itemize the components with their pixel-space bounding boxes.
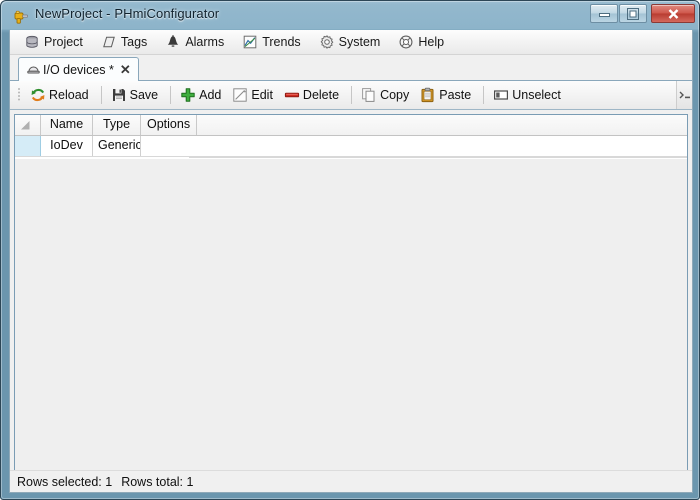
- toolbar-button-label: Save: [129, 88, 159, 102]
- edit-button[interactable]: Edit: [228, 83, 280, 108]
- grid-select-all-corner[interactable]: [15, 115, 41, 135]
- tab-label: I/O devices *: [43, 62, 114, 77]
- title-bar[interactable]: NewProject - PHmiConfigurator: [1, 1, 699, 30]
- edit-icon: [232, 87, 248, 103]
- toolbar-button-label: Unselect: [512, 88, 561, 102]
- menu-item-system[interactable]: System: [313, 31, 391, 54]
- status-rows-total: Rows total: 1: [121, 474, 194, 489]
- paste-icon: [420, 87, 436, 103]
- save-button[interactable]: Save: [107, 83, 166, 108]
- save-icon: [111, 87, 127, 103]
- drill-tool-icon: [12, 7, 30, 25]
- toolbar: Reload Save Add Edit Delete Copy Paste U…: [10, 81, 692, 110]
- menu-item-tags[interactable]: Tags: [95, 31, 157, 54]
- close-button[interactable]: [651, 4, 695, 23]
- gear-icon: [319, 34, 335, 50]
- window-title: NewProject - PHmiConfigurator: [35, 6, 220, 21]
- toolbar-separator: [351, 86, 353, 104]
- unselect-icon: [493, 87, 509, 103]
- paste-button[interactable]: Paste: [416, 83, 478, 108]
- toolbar-button-label: Reload: [49, 88, 89, 102]
- lifebuoy-icon: [398, 34, 414, 50]
- chart-icon: [242, 34, 258, 50]
- tab-io-devices[interactable]: I/O devices * ✕: [18, 57, 139, 81]
- toolbar-separator: [170, 86, 172, 104]
- menu-item-label: Tags: [120, 35, 148, 49]
- menu-item-help[interactable]: Help: [392, 31, 454, 54]
- toolbar-separator: [483, 86, 485, 104]
- grid-empty-space: [15, 158, 687, 484]
- menu-item-project[interactable]: Project: [18, 31, 93, 54]
- add-button[interactable]: Add: [176, 83, 228, 108]
- toolbar-button-label: Add: [199, 88, 222, 102]
- grid-row-selector[interactable]: [15, 136, 41, 156]
- reload-button[interactable]: Reload: [26, 83, 96, 108]
- menu-item-label: Trends: [262, 35, 301, 49]
- copy-button[interactable]: Copy: [357, 83, 416, 108]
- reload-icon: [30, 87, 46, 103]
- tag-icon: [101, 34, 117, 50]
- io-devices-grid[interactable]: Name Type Options IoDev Generic: [14, 114, 688, 485]
- status-rows-selected: Rows selected: 1: [17, 474, 113, 489]
- grid-cell-options[interactable]: [141, 136, 197, 156]
- tab-strip: I/O devices * ✕: [10, 55, 692, 81]
- toolbar-overflow-button[interactable]: [676, 81, 692, 109]
- menu-item-alarms[interactable]: Alarms: [159, 31, 234, 54]
- menu-item-label: Project: [44, 35, 83, 49]
- grid-column-header-options[interactable]: Options: [141, 115, 197, 135]
- unselect-button[interactable]: Unselect: [489, 83, 568, 108]
- toolbar-button-label: Copy: [380, 88, 410, 102]
- database-icon: [24, 34, 40, 50]
- toolbar-separator: [100, 86, 102, 104]
- toolbar-button-label: Edit: [251, 88, 273, 102]
- menu-item-label: System: [338, 35, 381, 49]
- toolbar-button-label: Delete: [302, 88, 340, 102]
- toolbar-button-label: Paste: [439, 88, 472, 102]
- menu-item-trends[interactable]: Trends: [236, 31, 310, 54]
- grid-column-header-name[interactable]: Name: [41, 115, 93, 135]
- status-bar: Rows selected: 1 Rows total: 1: [10, 470, 692, 492]
- delete-icon: [284, 87, 300, 103]
- table-row[interactable]: IoDev Generic: [15, 136, 687, 157]
- bell-icon: [165, 34, 181, 50]
- grid-cell-type[interactable]: Generic: [93, 136, 141, 156]
- menu-item-label: Alarms: [185, 35, 225, 49]
- menu-item-label: Help: [418, 35, 445, 49]
- tab-close-icon[interactable]: ✕: [120, 63, 131, 76]
- grid-header-row: Name Type Options: [15, 115, 687, 136]
- menu-bar: Project Tags Alarms Trends System Help: [10, 30, 692, 55]
- copy-icon: [361, 87, 377, 103]
- io-device-icon: [26, 62, 41, 77]
- minimize-button[interactable]: [590, 4, 618, 23]
- chevron-overflow-icon: [679, 87, 691, 105]
- application-window: NewProject - PHmiConfigurator Project Ta…: [0, 0, 700, 500]
- delete-button[interactable]: Delete: [280, 83, 346, 108]
- add-icon: [180, 87, 196, 103]
- maximize-button[interactable]: [619, 4, 647, 23]
- grid-cell-name[interactable]: IoDev: [41, 136, 93, 156]
- toolbar-grip[interactable]: [16, 86, 23, 104]
- client-area: Project Tags Alarms Trends System Help I…: [9, 30, 693, 493]
- grid-column-header-type[interactable]: Type: [93, 115, 141, 135]
